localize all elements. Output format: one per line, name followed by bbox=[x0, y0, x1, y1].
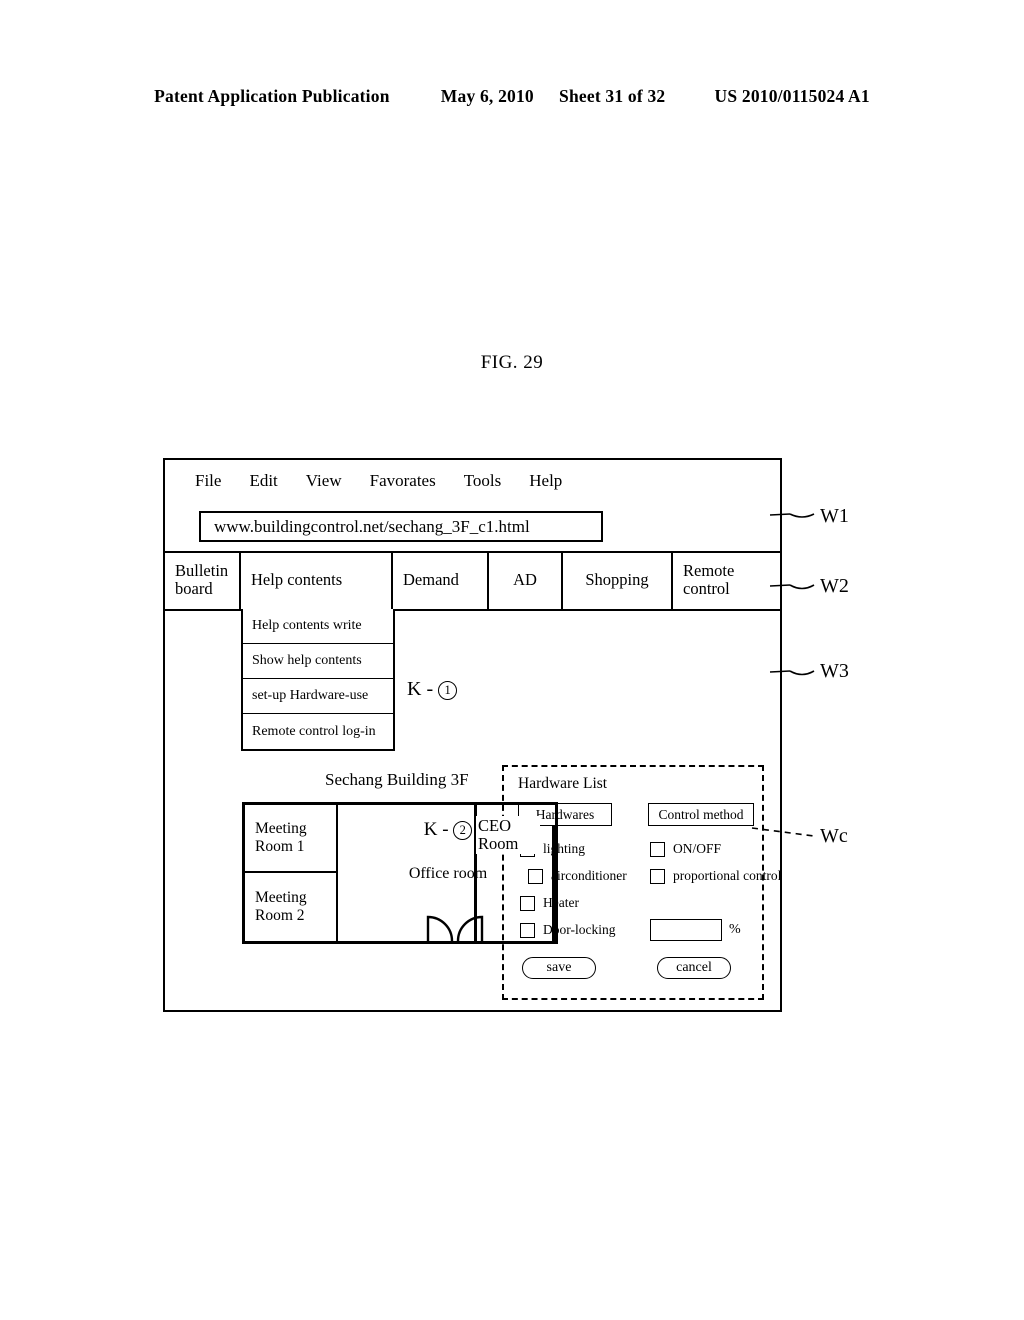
callout-label-wc: Wc bbox=[820, 825, 848, 847]
publication-number: US 2010/0115024 A1 bbox=[714, 86, 870, 106]
marker-k1: K - 1 bbox=[407, 678, 458, 701]
menu-bar: File Edit View Favorates Tools Help bbox=[165, 460, 780, 502]
browser-window: File Edit View Favorates Tools Help www.… bbox=[163, 458, 782, 1012]
percent-field-group: % bbox=[650, 919, 741, 941]
save-button[interactable]: save bbox=[522, 957, 596, 979]
checkbox-door-locking[interactable] bbox=[520, 923, 535, 938]
floorplan-title: Sechang Building 3F bbox=[325, 770, 469, 789]
checkbox-label-airconditioner: airconditioner bbox=[551, 868, 627, 883]
checkbox-row-airconditioner[interactable]: airconditioner bbox=[528, 868, 627, 884]
checkbox-row-heater[interactable]: Heater bbox=[520, 895, 579, 911]
column-header-control-method: Control method bbox=[648, 803, 754, 826]
marker-k1-circled-number: 1 bbox=[438, 681, 458, 700]
menu-item-file[interactable]: File bbox=[195, 471, 221, 491]
checkbox-row-on-off[interactable]: ON/OFF bbox=[650, 841, 721, 857]
tab-demand[interactable]: Demand bbox=[393, 551, 489, 609]
dropdown-item-show-help-contents[interactable]: Show help contents bbox=[243, 644, 393, 679]
sheet-number: Sheet 31 of 32 bbox=[559, 86, 666, 106]
callout-label-w1: W1 bbox=[820, 505, 849, 527]
floorplan-meeting-room-1[interactable]: Meeting Room 1 bbox=[245, 805, 336, 873]
dialog-title: Hardware List bbox=[518, 775, 608, 792]
checkbox-label-heater: Heater bbox=[543, 895, 579, 910]
callout-label-w3: W3 bbox=[820, 660, 849, 682]
hardware-list-dialog: Hardware List Hardwares Control method l… bbox=[502, 765, 781, 1000]
checkbox-airconditioner[interactable] bbox=[528, 869, 543, 884]
checkbox-proportional-control[interactable] bbox=[650, 869, 665, 884]
menu-item-edit[interactable]: Edit bbox=[249, 471, 277, 491]
checkbox-on-off[interactable] bbox=[650, 842, 665, 857]
url-input[interactable]: www.buildingcontrol.net/sechang_3F_c1.ht… bbox=[199, 511, 603, 542]
checkbox-label-proportional-control: proportional control bbox=[673, 868, 782, 883]
percent-input[interactable] bbox=[650, 919, 722, 941]
checkbox-row-door-locking[interactable]: Door-locking bbox=[520, 922, 615, 938]
publication-date: May 6, 2010 bbox=[440, 86, 534, 106]
nav-tab-bar: Bulletin board Help contents Demand AD S… bbox=[165, 551, 780, 609]
address-bar: www.buildingcontrol.net/sechang_3F_c1.ht… bbox=[165, 502, 780, 551]
checkbox-heater[interactable] bbox=[520, 896, 535, 911]
checkbox-label-on-off: ON/OFF bbox=[673, 841, 722, 856]
tab-bulletin-board[interactable]: Bulletin board bbox=[165, 551, 241, 609]
floorplan-meeting-room-2[interactable]: Meeting Room 2 bbox=[245, 873, 336, 941]
menu-item-help[interactable]: Help bbox=[529, 471, 562, 491]
page-header: Patent Application Publication May 6, 20… bbox=[0, 86, 1024, 107]
checkbox-label-door-locking: Door-locking bbox=[543, 922, 616, 937]
publication-title: Patent Application Publication bbox=[154, 86, 390, 106]
help-contents-dropdown: Help contents write Show help contents s… bbox=[241, 609, 395, 751]
tab-ad[interactable]: AD bbox=[489, 551, 563, 609]
menu-item-favorates[interactable]: Favorates bbox=[370, 471, 436, 491]
dropdown-item-remote-control-login[interactable]: Remote control log-in bbox=[243, 714, 393, 749]
tab-remote-control[interactable]: Remote control bbox=[673, 551, 780, 609]
tab-shopping[interactable]: Shopping bbox=[563, 551, 673, 609]
tab-help-contents[interactable]: Help contents bbox=[241, 551, 393, 609]
callout-label-w2: W2 bbox=[820, 575, 849, 597]
marker-k2-circled-number: 2 bbox=[453, 821, 473, 840]
menu-item-tools[interactable]: Tools bbox=[464, 471, 502, 491]
checkbox-label-lighting: lighting bbox=[543, 841, 586, 856]
marker-k1-text: K - bbox=[407, 678, 434, 700]
menu-item-view[interactable]: View bbox=[306, 471, 342, 491]
door-icon bbox=[426, 915, 484, 941]
checkbox-row-proportional-control[interactable]: proportional control bbox=[650, 868, 781, 884]
cancel-button[interactable]: cancel bbox=[657, 957, 731, 979]
dropdown-item-help-contents-write[interactable]: Help contents write bbox=[243, 609, 393, 644]
figure-caption: FIG. 29 bbox=[480, 352, 544, 373]
dropdown-item-setup-hardware-use[interactable]: set-up Hardware-use bbox=[243, 679, 393, 714]
marker-k2-text: K - bbox=[423, 819, 449, 840]
floorplan-left-column: Meeting Room 1 Meeting Room 2 bbox=[245, 805, 338, 941]
percent-sign-label: % bbox=[729, 922, 741, 937]
floorplan-ceo-room-label[interactable]: CEO Room bbox=[476, 816, 540, 855]
